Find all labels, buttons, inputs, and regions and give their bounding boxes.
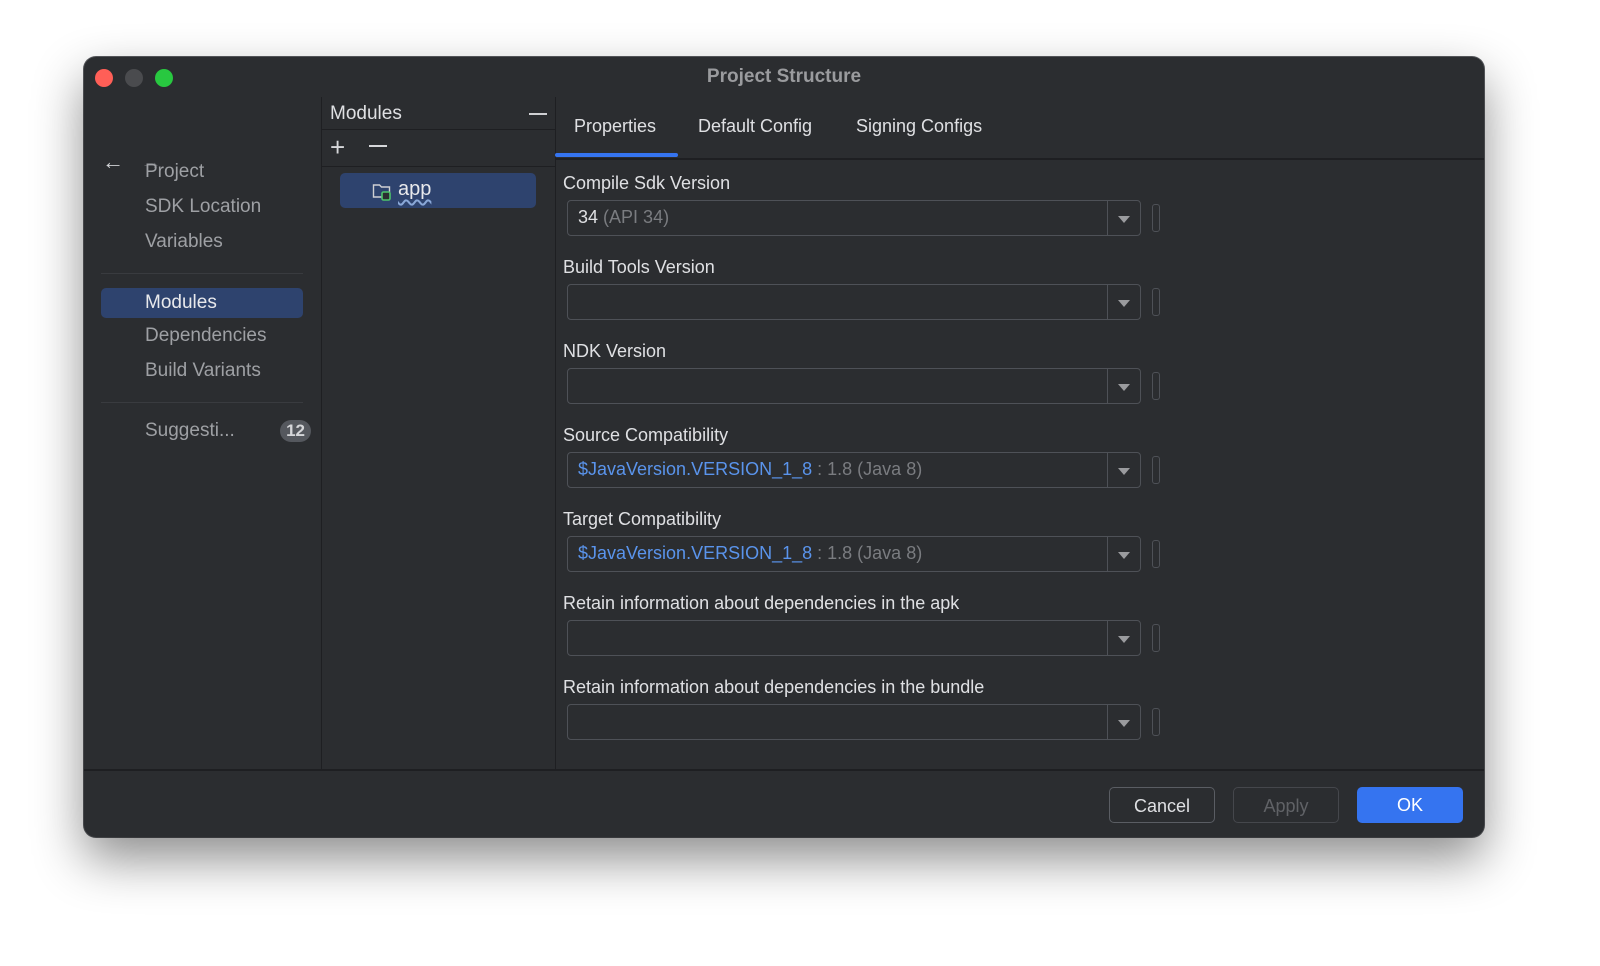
modules-toolbar: + (322, 130, 555, 166)
field-label: NDK Version (563, 341, 667, 361)
dropdown-arrow-icon[interactable] (1118, 300, 1130, 307)
field-extra-button[interactable] (1152, 708, 1160, 736)
dropdown-arrow-icon[interactable] (1118, 468, 1130, 475)
sidebar-item-label: SDK Location (145, 196, 262, 217)
source-compatibility-combo[interactable]: $JavaVersion.VERSION_1_8 : 1.8 (Java 8) (567, 452, 1141, 488)
dialog-footer: Cancel Apply OK (84, 769, 1484, 837)
sidebar-item-variables[interactable]: Variables (101, 227, 303, 257)
field-retain-deps-bundle: Retain information about dependencies in… (563, 677, 1163, 757)
field-label: Compile Sdk Version (563, 173, 731, 193)
field-retain-deps-apk: Retain information about dependencies in… (563, 593, 1163, 673)
combo-value-hint: : 1.8 (Java 8) (817, 459, 923, 479)
dropdown-arrow-icon[interactable] (1118, 216, 1130, 223)
dropdown-arrow-icon[interactable] (1118, 384, 1130, 391)
field-extra-button[interactable] (1152, 540, 1160, 568)
apply-button[interactable]: Apply (1233, 787, 1339, 823)
sidebar-item-modules[interactable]: Modules (101, 288, 303, 318)
sidebar: ← → Project SDK Location Variables Modul… (84, 97, 321, 769)
sidebar-item-label: Build Variants (145, 360, 261, 381)
cancel-button[interactable]: Cancel (1109, 787, 1215, 823)
add-module-icon[interactable]: + (330, 134, 345, 160)
tab-properties[interactable]: Properties (574, 116, 656, 137)
combo-separator (1107, 201, 1108, 235)
retain-deps-bundle-combo[interactable] (567, 704, 1141, 740)
combo-separator (1107, 705, 1108, 739)
sidebar-item-project[interactable]: Project (101, 157, 303, 187)
sidebar-item-label: Modules (145, 292, 217, 313)
field-ndk-version: NDK Version (563, 341, 1163, 421)
sidebar-item-label: Dependencies (145, 325, 267, 346)
combo-value-text: 34 (578, 207, 599, 227)
sidebar-item-build-variants[interactable]: Build Variants (101, 356, 303, 386)
module-properties-panel: Properties Default Config Signing Config… (555, 97, 1484, 769)
dropdown-arrow-icon[interactable] (1118, 552, 1130, 559)
project-structure-dialog: Project Structure ← → Project SDK Locati… (84, 57, 1484, 837)
target-compatibility-combo[interactable]: $JavaVersion.VERSION_1_8 : 1.8 (Java 8) (567, 536, 1141, 572)
dropdown-arrow-icon[interactable] (1118, 720, 1130, 727)
field-extra-button[interactable] (1152, 372, 1160, 400)
tab-bar: Properties Default Config Signing Config… (555, 97, 1484, 160)
field-extra-button[interactable] (1152, 456, 1160, 484)
combo-value-hint: : 1.8 (Java 8) (817, 543, 923, 563)
ndk-version-combo[interactable] (567, 368, 1141, 404)
module-folder-icon (372, 184, 391, 201)
sidebar-item-sdk-location[interactable]: SDK Location (101, 192, 303, 222)
active-tab-indicator (555, 153, 678, 157)
sidebar-item-label: Suggesti... (145, 420, 235, 441)
divider (322, 166, 555, 167)
sidebar-divider (101, 273, 303, 274)
module-label: app (398, 178, 432, 200)
field-source-compatibility: Source Compatibility $JavaVersion.VERSIO… (563, 425, 1163, 505)
combo-value-hint: (API 34) (603, 207, 670, 227)
sidebar-item-label: Variables (145, 231, 223, 252)
combo-value: $JavaVersion.VERSION_1_8 : 1.8 (Java 8) (578, 459, 922, 480)
combo-separator (1107, 369, 1108, 403)
field-build-tools-version: Build Tools Version (563, 257, 1163, 337)
combo-value: $JavaVersion.VERSION_1_8 : 1.8 (Java 8) (578, 543, 922, 564)
dropdown-arrow-icon[interactable] (1118, 636, 1130, 643)
combo-separator (1107, 537, 1108, 571)
sidebar-item-suggestions[interactable]: Suggesti... 12 (101, 416, 311, 446)
field-target-compatibility: Target Compatibility $JavaVersion.VERSIO… (563, 509, 1163, 589)
variable-reference-link: $JavaVersion.VERSION_1_8 (578, 543, 813, 563)
tab-default-config[interactable]: Default Config (698, 116, 812, 137)
modules-pane: Modules + app (321, 97, 556, 769)
combo-separator (1107, 285, 1108, 319)
field-label: Target Compatibility (563, 509, 722, 529)
sidebar-divider (101, 402, 303, 403)
build-tools-version-combo[interactable] (567, 284, 1141, 320)
field-label: Build Tools Version (563, 257, 715, 277)
combo-value: 34 (API 34) (578, 207, 669, 228)
modules-pane-header: Modules (330, 103, 402, 124)
combo-separator (1107, 453, 1108, 487)
field-label: Source Compatibility (563, 425, 729, 445)
field-extra-button[interactable] (1152, 204, 1160, 232)
combo-separator (1107, 621, 1108, 655)
retain-deps-apk-combo[interactable] (567, 620, 1141, 656)
window-title: Project Structure (706, 66, 862, 87)
variable-reference-link: $JavaVersion.VERSION_1_8 (578, 459, 813, 479)
suggestions-count-badge: 12 (280, 420, 311, 442)
ok-button[interactable]: OK (1357, 787, 1463, 823)
tab-signing-configs[interactable]: Signing Configs (856, 116, 982, 137)
title-bar: Project Structure (84, 57, 1484, 97)
field-compile-sdk-version: Compile Sdk Version 34 (API 34) (563, 173, 1163, 253)
module-item-app[interactable]: app (340, 173, 536, 208)
field-extra-button[interactable] (1152, 624, 1160, 652)
sidebar-item-dependencies[interactable]: Dependencies (101, 321, 303, 351)
field-extra-button[interactable] (1152, 288, 1160, 316)
compile-sdk-version-combo[interactable]: 34 (API 34) (567, 200, 1141, 236)
field-label: Retain information about dependencies in… (563, 677, 985, 697)
remove-module-icon[interactable] (369, 145, 387, 147)
field-label: Retain information about dependencies in… (563, 593, 960, 613)
sidebar-item-label: Project (145, 161, 205, 182)
collapse-pane-icon[interactable] (529, 113, 547, 115)
